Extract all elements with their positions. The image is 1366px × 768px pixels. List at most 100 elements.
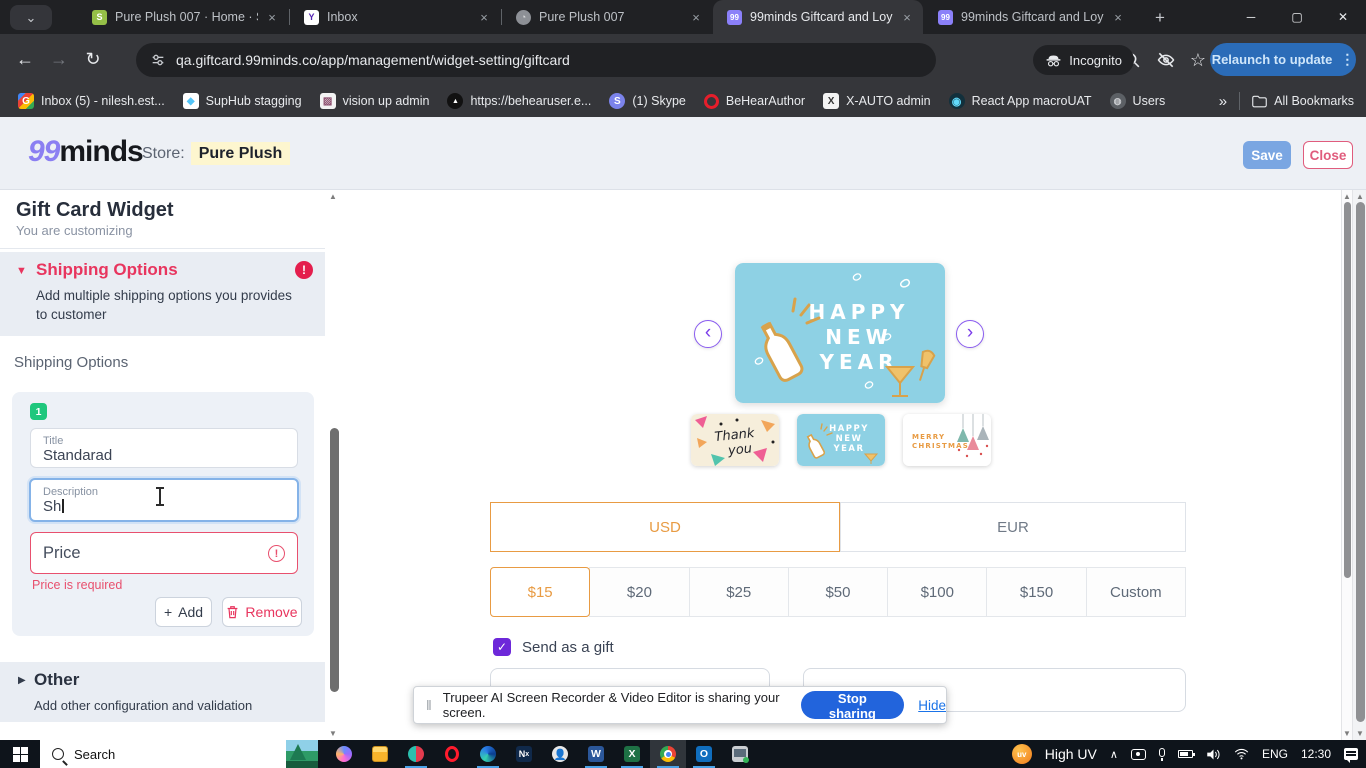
- bookmark-xauto[interactable]: X X-AUTO admin: [823, 93, 931, 109]
- scroll-down-icon[interactable]: ▼: [1356, 729, 1364, 738]
- wifi-icon[interactable]: [1234, 748, 1249, 760]
- taskbar-word-icon[interactable]: W: [578, 740, 614, 768]
- forward-icon[interactable]: →: [42, 49, 76, 70]
- microphone-icon[interactable]: [1158, 748, 1165, 761]
- drag-handle-icon[interactable]: ‖: [426, 697, 433, 713]
- bookmark-skype[interactable]: S (1) Skype: [609, 93, 686, 109]
- tab-pure-plush[interactable]: ◔ Pure Plush 007 ×: [502, 0, 712, 34]
- bookmark-star-icon[interactable]: ☆: [1190, 50, 1206, 71]
- relaunch-to-update-button[interactable]: Relaunch to update ⋮: [1210, 43, 1356, 76]
- shipping-options-section-header[interactable]: ▼ Shipping Options ! Add multiple shippi…: [0, 252, 325, 336]
- scroll-down-icon[interactable]: ▼: [329, 729, 337, 738]
- uv-index-icon[interactable]: uv: [1011, 744, 1032, 764]
- start-button[interactable]: [0, 740, 40, 768]
- bookmark-behearauthor[interactable]: BeHearAuthor: [703, 93, 805, 109]
- clock[interactable]: 12:30: [1301, 747, 1331, 761]
- thumbnail-christmas[interactable]: MERRY CHRISTMAS: [903, 414, 991, 466]
- back-icon[interactable]: ←: [8, 49, 42, 70]
- notification-center-icon[interactable]: [1344, 748, 1358, 763]
- hide-link[interactable]: Hide: [918, 698, 946, 713]
- save-button[interactable]: Save: [1243, 141, 1291, 169]
- tab-99minds[interactable]: 99 99minds Giftcard and Loyalt ×: [924, 0, 1134, 34]
- reload-icon[interactable]: ↻: [76, 49, 110, 70]
- taskbar-edge-icon[interactable]: [470, 740, 506, 768]
- site-settings-icon[interactable]: [150, 52, 166, 68]
- taskbar-opera-icon[interactable]: [434, 740, 470, 768]
- amount-button-15[interactable]: $15: [490, 567, 591, 617]
- add-option-button[interactable]: + Add: [155, 597, 212, 627]
- caret-right-icon[interactable]: ▶: [18, 675, 26, 686]
- taskbar-file-explorer-icon[interactable]: [362, 740, 398, 768]
- content-scrollbar[interactable]: ▲ ▼: [1341, 190, 1352, 740]
- tab-99minds-active[interactable]: 99 99minds Giftcard and Loyalt ×: [713, 0, 923, 34]
- taskbar-remote-desktop-icon[interactable]: [722, 740, 758, 768]
- preview-hidden-eye-icon[interactable]: [1156, 50, 1176, 70]
- browser-menu-icon[interactable]: ⋮: [1340, 51, 1354, 68]
- amount-button-20[interactable]: $20: [589, 567, 690, 617]
- bookmarks-overflow-icon[interactable]: »: [1219, 93, 1227, 110]
- caret-down-icon[interactable]: ▼: [16, 265, 27, 277]
- currency-tab-eur[interactable]: EUR: [840, 502, 1186, 552]
- thumbnail-thankyou[interactable]: Thank you: [691, 414, 779, 466]
- scroll-up-icon[interactable]: ▲: [1343, 192, 1351, 201]
- window-close-button[interactable]: ✕: [1320, 0, 1366, 34]
- scroll-up-icon[interactable]: ▲: [1356, 192, 1364, 201]
- taskbar-search-box[interactable]: Search: [40, 740, 286, 768]
- search-highlight-image[interactable]: [286, 740, 318, 768]
- amount-button-custom[interactable]: Custom: [1085, 567, 1186, 617]
- taskbar-clipchamp-icon[interactable]: [398, 740, 434, 768]
- other-section-header[interactable]: ▶ Other Add other configuration and vali…: [0, 662, 325, 722]
- amount-button-50[interactable]: $50: [787, 567, 889, 617]
- amount-button-100[interactable]: $100: [887, 567, 988, 617]
- all-bookmarks-button[interactable]: All Bookmarks: [1252, 94, 1354, 108]
- scroll-up-icon[interactable]: ▲: [329, 192, 337, 201]
- bookmark-visionup[interactable]: ▨ vision up admin: [319, 93, 429, 109]
- send-as-gift-checkbox[interactable]: ✓: [493, 638, 511, 656]
- title-field[interactable]: Title Standarad: [30, 428, 298, 468]
- tab-search-button[interactable]: ⌄: [10, 5, 52, 30]
- taskbar-outlook-icon[interactable]: O: [686, 740, 722, 768]
- stop-sharing-button[interactable]: Stop sharing: [800, 691, 905, 721]
- tab-pure-plush-home[interactable]: S Pure Plush 007 · Home · Sho ×: [78, 0, 288, 34]
- bookmark-suphub[interactable]: ◆ SupHub stagging: [182, 93, 302, 109]
- amount-button-25[interactable]: $25: [688, 567, 789, 617]
- content-scrollbar-thumb[interactable]: [1344, 202, 1351, 578]
- screen-record-icon[interactable]: [1130, 748, 1146, 760]
- bookmark-behearuser[interactable]: ▲ https://behearuser.e...: [447, 93, 591, 109]
- minimize-button[interactable]: ─: [1228, 0, 1274, 34]
- bookmark-react-app[interactable]: ◉ React App macroUAT: [948, 93, 1092, 109]
- description-field[interactable]: Description Sh: [29, 478, 299, 522]
- remove-option-button[interactable]: Remove: [222, 597, 302, 627]
- hidden-icons-chevron[interactable]: ∧: [1110, 748, 1118, 761]
- taskbar-user-account-icon[interactable]: 👤: [542, 740, 578, 768]
- battery-icon[interactable]: [1177, 750, 1195, 758]
- volume-icon[interactable]: [1206, 748, 1221, 761]
- close-icon[interactable]: ×: [264, 9, 280, 25]
- maximize-button[interactable]: ▢: [1274, 0, 1320, 34]
- address-bar[interactable]: qa.giftcard.99minds.co/app/management/wi…: [136, 43, 936, 77]
- taskbar-copilot-icon[interactable]: [326, 740, 362, 768]
- language-indicator[interactable]: ENG: [1262, 747, 1288, 761]
- sidebar-scrollbar-thumb[interactable]: [330, 428, 339, 692]
- page-scrollbar-thumb[interactable]: [1355, 202, 1365, 722]
- close-icon[interactable]: ×: [899, 9, 915, 25]
- thumbnail-newyear[interactable]: HAPPY NEW YEAR: [797, 414, 885, 466]
- new-tab-button[interactable]: +: [1148, 6, 1172, 30]
- amount-button-150[interactable]: $150: [986, 567, 1087, 617]
- close-icon[interactable]: ×: [1110, 9, 1126, 25]
- taskbar-chrome-icon[interactable]: [650, 740, 686, 768]
- price-field[interactable]: Price !: [30, 532, 298, 574]
- taskbar-excel-icon[interactable]: X: [614, 740, 650, 768]
- sidebar-scrollbar[interactable]: ▲ ▼: [328, 190, 342, 740]
- currency-tab-usd[interactable]: USD: [490, 502, 840, 552]
- bookmark-users[interactable]: ◍ Users: [1109, 93, 1165, 109]
- close-button[interactable]: Close: [1303, 141, 1353, 169]
- bookmark-inbox[interactable]: G Inbox (5) - nilesh.est...: [18, 93, 165, 109]
- close-icon[interactable]: ×: [688, 9, 704, 25]
- page-scrollbar[interactable]: ▲ ▼: [1352, 190, 1366, 740]
- taskbar-nx-icon[interactable]: Nx: [506, 740, 542, 768]
- carousel-prev-button[interactable]: ‹: [694, 320, 722, 348]
- close-icon[interactable]: ×: [476, 9, 492, 25]
- tab-inbox[interactable]: Y Inbox ×: [290, 0, 500, 34]
- carousel-next-button[interactable]: ›: [956, 320, 984, 348]
